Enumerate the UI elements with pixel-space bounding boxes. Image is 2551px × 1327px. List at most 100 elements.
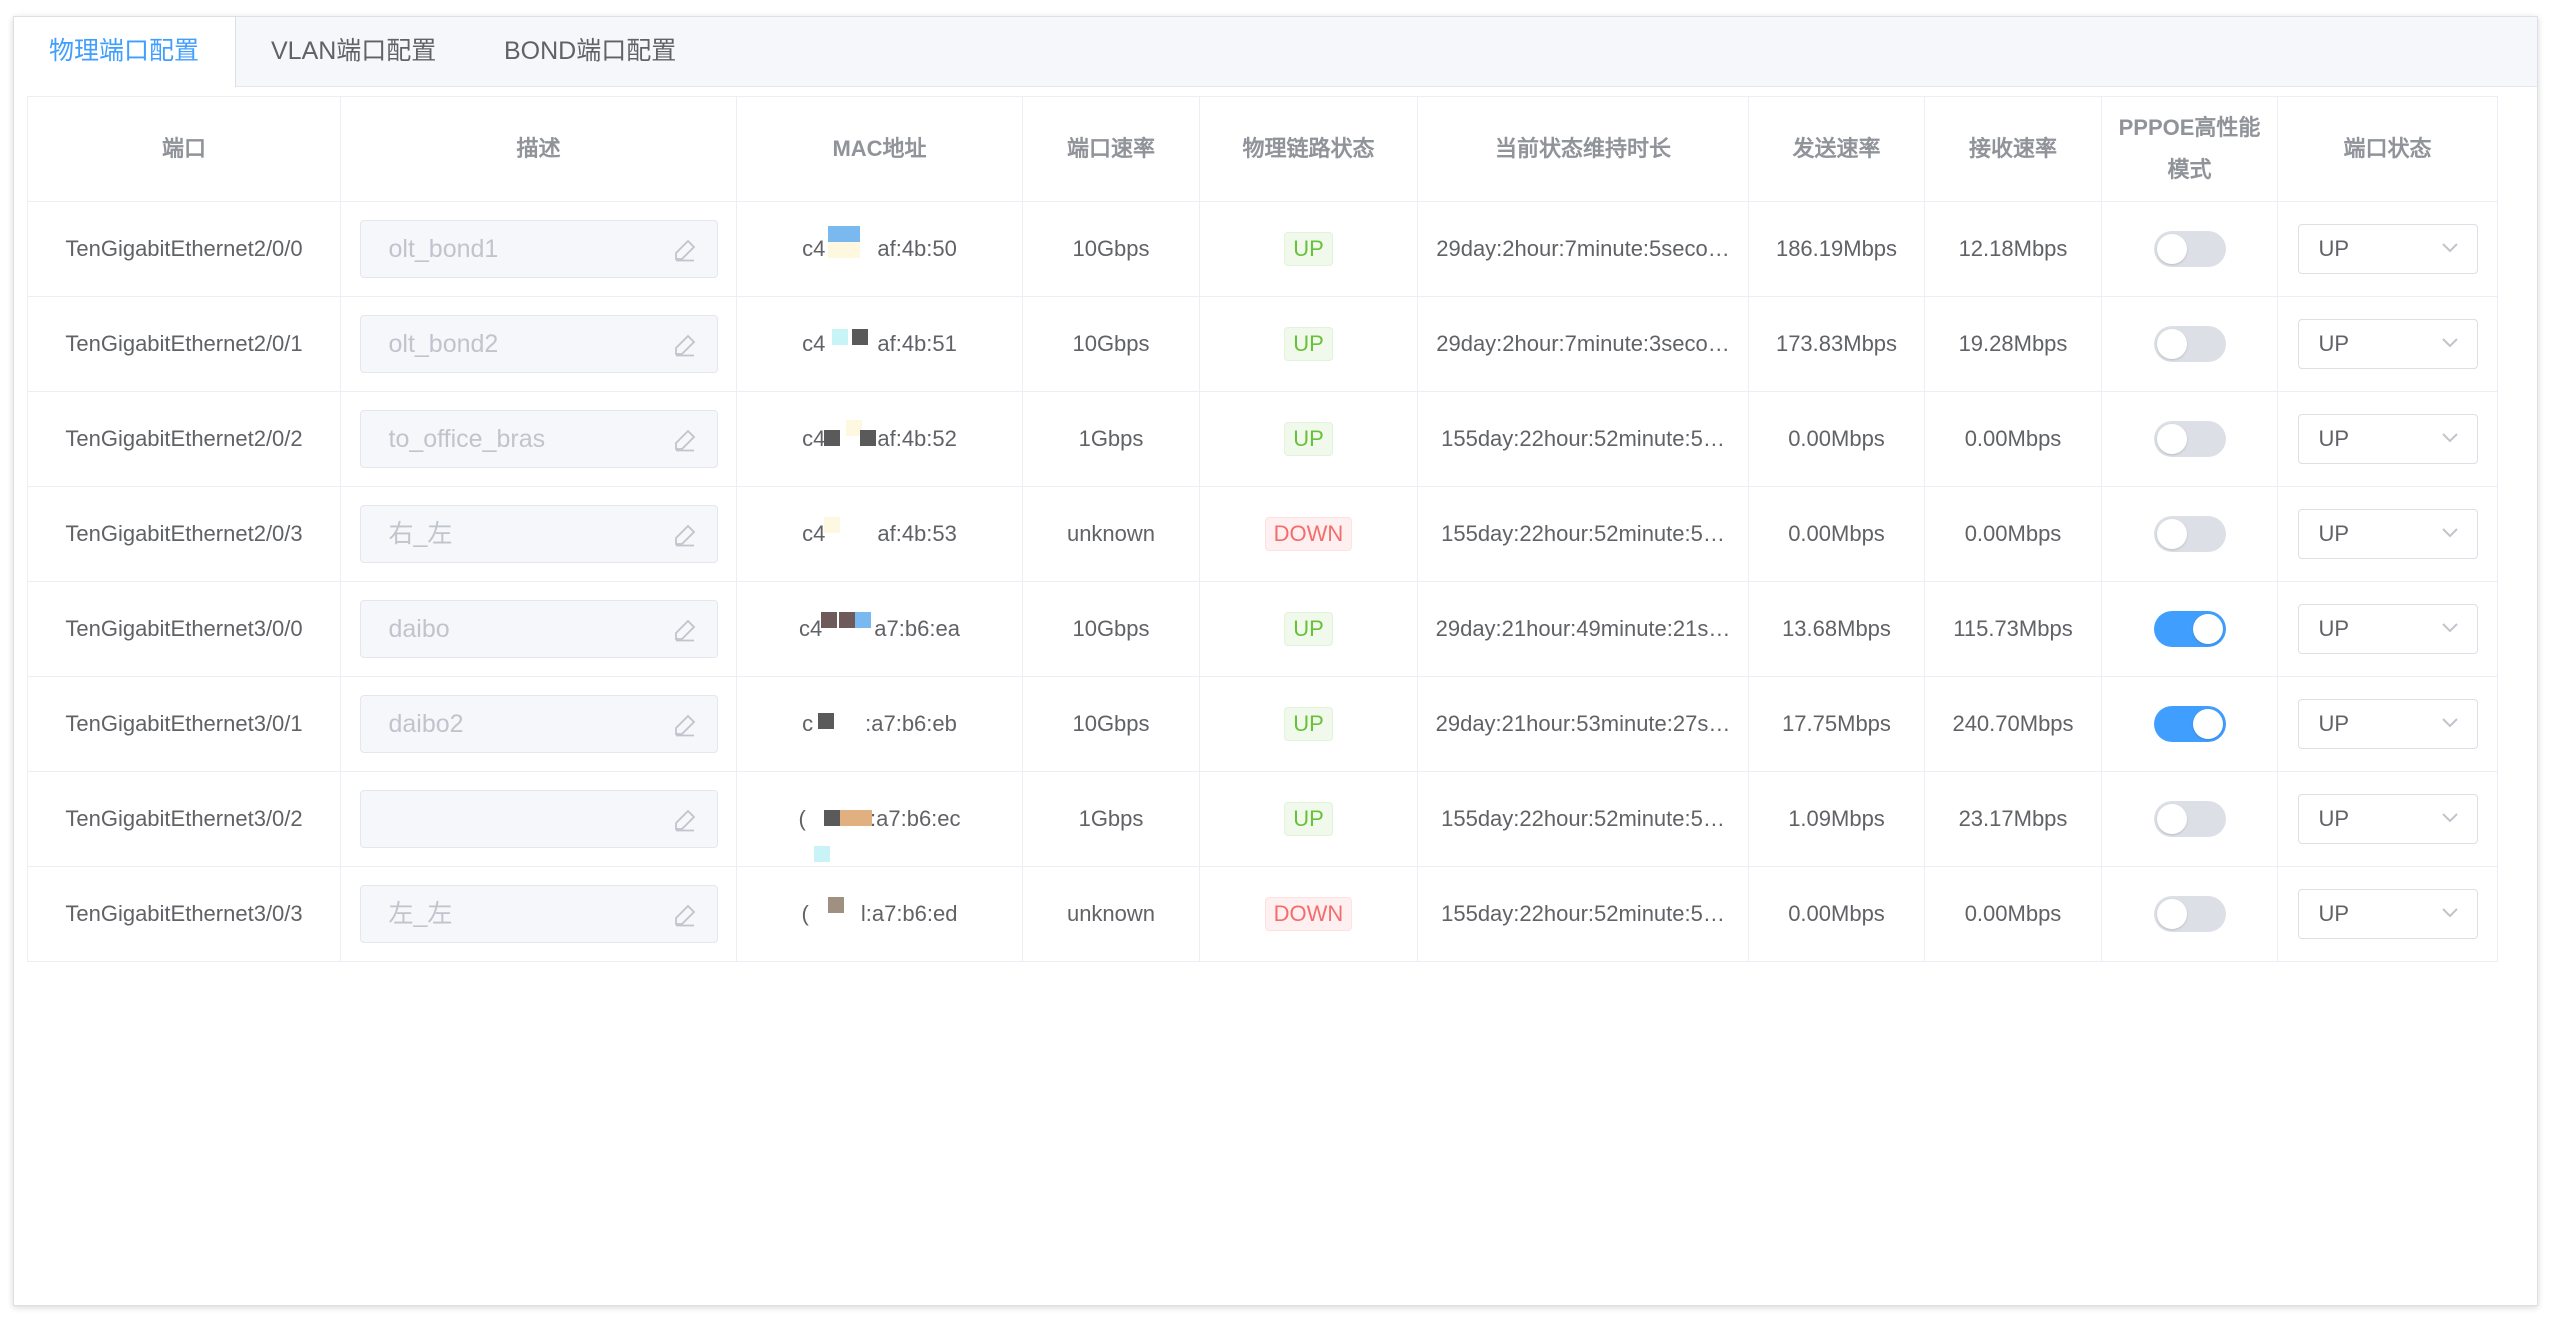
pppoe-toggle[interactable] xyxy=(2153,516,2226,552)
edit-icon[interactable] xyxy=(673,523,697,547)
desc-cell: 右_左 xyxy=(340,486,737,582)
state-duration: 155day:22hour:52minute:5… xyxy=(1417,771,1749,867)
redaction-block xyxy=(844,226,861,242)
table-row: TenGigabitEthernet3/0/0 daibo c4 a7:b6:ea 10… xyxy=(27,581,2498,677)
tab-bond-port[interactable]: BOND端口配置 xyxy=(469,17,713,86)
mac-prefix: ( xyxy=(801,901,809,926)
mac-cell: c4 af:4b:50 xyxy=(736,201,1023,297)
port-state-select[interactable]: UP xyxy=(2297,699,2478,749)
tx-rate: 1.09Mbps xyxy=(1748,771,1925,867)
pppoe-cell xyxy=(2101,201,2278,297)
pppoe-toggle[interactable] xyxy=(2153,326,2226,362)
mac-address: c:a7:b6:eb xyxy=(802,711,957,737)
mac-address: (d:a7:b6:ec xyxy=(798,806,961,862)
pppoe-toggle[interactable] xyxy=(2153,611,2226,647)
link-status-badge: UP xyxy=(1284,802,1333,836)
mac-cell: (l:a7:b6:ed xyxy=(736,866,1023,962)
state-duration: 155day:22hour:52minute:5… xyxy=(1417,486,1749,582)
col-duration: 当前状态维持时长 xyxy=(1417,96,1749,202)
port-state-value: UP xyxy=(2318,901,2350,926)
port-speed: 1Gbps xyxy=(1022,771,1200,867)
chevron-down-icon xyxy=(2441,718,2458,728)
mac-suffix: af:4b:52 xyxy=(877,426,957,451)
redaction-block xyxy=(821,612,838,628)
table-row: TenGigabitEthernet2/0/0 olt_bond1 c4 af:4b:… xyxy=(27,201,2498,297)
redaction-block xyxy=(824,810,841,826)
mac-cell: c4 af:4b:52 xyxy=(736,391,1023,487)
desc-cell: to_office_bras xyxy=(340,391,737,487)
state-duration: 29day:21hour:53minute:27s… xyxy=(1417,676,1749,772)
redaction-block xyxy=(814,846,831,862)
port-state-select[interactable]: UP xyxy=(2297,319,2478,369)
state-duration: 29day:2hour:7minute:3seco… xyxy=(1417,296,1749,392)
pppoe-toggle[interactable] xyxy=(2153,231,2226,267)
description-input[interactable]: 右_左 xyxy=(359,505,718,563)
col-tx-rate: 发送速率 xyxy=(1748,96,1925,202)
port-state-value: UP xyxy=(2318,806,2350,831)
port-state-value: UP xyxy=(2318,521,2350,546)
toggle-knob xyxy=(2156,329,2187,359)
description-input[interactable]: daibo2 xyxy=(359,695,718,753)
redaction-block xyxy=(852,329,869,345)
state-cell: UP xyxy=(2277,866,2498,962)
mac-suffix: af:4b:50 xyxy=(877,236,957,261)
edit-icon[interactable] xyxy=(673,428,697,452)
state-duration: 29day:2hour:7minute:5seco… xyxy=(1417,201,1749,297)
mac-suffix: a7:b6:ea xyxy=(874,616,960,641)
description-input[interactable]: olt_bond2 xyxy=(359,315,718,373)
table-row: TenGigabitEthernet2/0/3 右_左 c4 af:4b:53 unkn… xyxy=(27,486,2498,582)
edit-icon[interactable] xyxy=(673,713,697,737)
pppoe-toggle[interactable] xyxy=(2153,706,2226,742)
redaction-block xyxy=(824,517,841,533)
pppoe-toggle[interactable] xyxy=(2153,801,2226,837)
pppoe-toggle[interactable] xyxy=(2153,896,2226,932)
port-state-select[interactable]: UP xyxy=(2297,794,2478,844)
port-state-select[interactable]: UP xyxy=(2297,414,2478,464)
edit-icon[interactable] xyxy=(673,618,697,642)
tab-physical-port[interactable]: 物理端口配置 xyxy=(14,17,236,87)
mac-prefix: c4 xyxy=(802,236,826,261)
link-cell: DOWN xyxy=(1199,866,1418,962)
mac-address: c4 af:4b:52 xyxy=(802,420,957,452)
col-port-state: 端口状态 xyxy=(2277,96,2498,202)
mac-address: c4 af:4b:53 xyxy=(802,517,957,547)
link-cell: UP xyxy=(1199,391,1418,487)
port-speed: 10Gbps xyxy=(1022,201,1200,297)
edit-icon[interactable] xyxy=(673,333,697,357)
port-state-select[interactable]: UP xyxy=(2297,509,2478,559)
port-state-select[interactable]: UP xyxy=(2297,889,2478,939)
description-input[interactable]: to_office_bras xyxy=(359,410,718,468)
pppoe-cell xyxy=(2101,486,2278,582)
table-header-row: 端口 描述 MAC地址 端口速率 物理链路状态 当前状态维持时长 发送速率 接收… xyxy=(27,96,2498,202)
description-input[interactable] xyxy=(359,790,718,848)
pppoe-toggle[interactable] xyxy=(2153,421,2226,457)
col-pppoe-mode-label: PPPOE高性能模式 xyxy=(2118,115,2261,182)
tab-vlan-port[interactable]: VLAN端口配置 xyxy=(236,17,469,86)
rx-rate: 0.00Mbps xyxy=(1924,486,2102,582)
link-cell: UP xyxy=(1199,676,1418,772)
description-input[interactable]: olt_bond1 xyxy=(359,220,718,278)
description-input[interactable]: daibo xyxy=(359,600,718,658)
state-cell: UP xyxy=(2277,201,2498,297)
edit-icon[interactable] xyxy=(673,903,697,927)
port-name: TenGigabitEthernet3/0/3 xyxy=(27,866,341,962)
description-input[interactable]: 左_左 xyxy=(359,885,718,943)
state-cell: UP xyxy=(2277,676,2498,772)
desc-cell: olt_bond1 xyxy=(340,201,737,297)
port-state-value: UP xyxy=(2318,616,2350,641)
pppoe-cell xyxy=(2101,581,2278,677)
port-state-value: UP xyxy=(2318,711,2350,736)
port-state-select[interactable]: UP xyxy=(2297,604,2478,654)
port-speed: unknown xyxy=(1022,486,1200,582)
link-status-badge: UP xyxy=(1284,327,1333,361)
col-desc: 描述 xyxy=(340,96,737,202)
description-value: daibo2 xyxy=(388,710,464,738)
col-rx-rate: 接收速率 xyxy=(1924,96,2102,202)
mac-cell: c4 af:4b:53 xyxy=(736,486,1023,582)
edit-icon[interactable] xyxy=(673,238,697,262)
mac-suffix: :a7:b6:eb xyxy=(865,711,957,736)
toggle-knob xyxy=(2156,519,2187,549)
redaction-block xyxy=(827,897,844,913)
port-state-select[interactable]: UP xyxy=(2297,224,2478,274)
edit-icon[interactable] xyxy=(673,808,697,832)
